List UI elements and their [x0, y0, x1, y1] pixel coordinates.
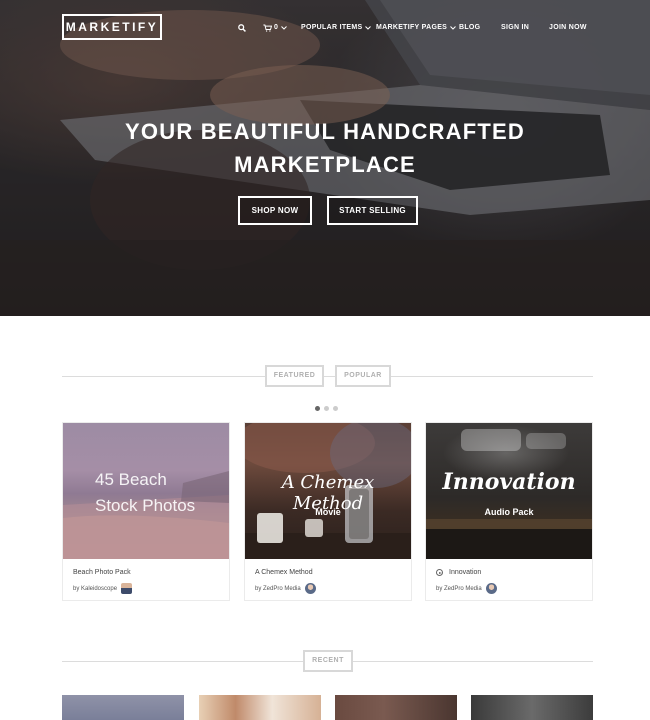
cart-count: 0 [274, 24, 279, 31]
nav-join-now[interactable]: JOIN NOW [549, 20, 587, 36]
main-nav: 0 POPULAR ITEMS MARKETIFY PAGES BLOG SIG… [0, 20, 650, 36]
product-author[interactable]: by ZedPro Media [436, 583, 497, 594]
innovation-image-subtitle: Audio Pack [484, 507, 534, 517]
hero-title-line-1: YOUR BEAUTIFUL HANDCRAFTED [125, 119, 525, 144]
section-divider [62, 376, 593, 377]
chevron-down-icon [281, 26, 288, 30]
carousel-dot-3[interactable] [333, 406, 338, 411]
hero-title-line-2: MARKETPLACE [234, 152, 416, 177]
recent-heading: RECENT [303, 650, 353, 672]
product-author[interactable]: by Kaleidoscope [73, 583, 133, 594]
nav-popular-items-label: POPULAR ITEMS [301, 24, 363, 31]
avatar [485, 583, 497, 594]
beach-image-text: 45 Beach Stock Photos [95, 467, 195, 519]
innovation-image-title: Innovation [442, 469, 576, 495]
product-title[interactable]: A Chemex Method [255, 569, 313, 576]
product-image-innovation[interactable]: Innovation Audio Pack [426, 423, 592, 559]
start-selling-button[interactable]: START SELLING [327, 196, 418, 225]
chevron-down-icon [450, 26, 456, 30]
hero-section: MARKETIFY 0 POPULAR ITEMS MARKETIFY PAGE… [0, 0, 650, 316]
product-image-beach[interactable]: 45 Beach Stock Photos [63, 423, 229, 559]
tab-popular[interactable]: POPULAR [335, 365, 391, 387]
product-card[interactable]: A Chemex Method Movie A Chemex Method by… [244, 422, 412, 601]
product-card[interactable]: Innovation Audio Pack Innovation by ZedP… [425, 422, 593, 601]
product-card[interactable]: 45 Beach Stock Photos Beach Photo Pack b… [62, 422, 230, 601]
nav-blog[interactable]: BLOG [459, 20, 480, 36]
nav-marketify-pages[interactable]: MARKETIFY PAGES [376, 20, 456, 36]
search-icon [238, 24, 246, 32]
product-title[interactable]: Innovation [436, 569, 481, 576]
author-name: by Kaleidoscope [73, 585, 118, 592]
product-author[interactable]: by ZedPro Media [255, 583, 316, 594]
chevron-down-icon [365, 26, 372, 30]
play-icon[interactable] [436, 569, 443, 576]
product-title-label: Innovation [449, 569, 482, 576]
nav-search[interactable] [238, 20, 250, 36]
beach-image-line-1: 45 Beach [95, 470, 167, 489]
carousel-dot-1[interactable] [315, 406, 320, 411]
cart-icon [263, 24, 272, 32]
carousel-dot-2[interactable] [324, 406, 329, 411]
recent-product-thumbnail[interactable] [471, 695, 593, 720]
product-image-chemex[interactable]: A Chemex Method Movie [245, 423, 411, 559]
shop-now-button[interactable]: SHOP NOW [238, 196, 312, 225]
author-name: by ZedPro Media [255, 585, 301, 592]
nav-sign-in[interactable]: SIGN IN [501, 20, 529, 36]
hero-title: YOUR BEAUTIFUL HANDCRAFTED MARKETPLACE [0, 115, 650, 181]
carousel-pagination [315, 406, 338, 412]
recent-product-thumbnail[interactable] [62, 695, 184, 720]
beach-image-line-2: Stock Photos [95, 496, 196, 515]
tab-featured[interactable]: FEATURED [265, 365, 324, 387]
avatar [304, 583, 316, 594]
nav-popular-items[interactable]: POPULAR ITEMS [301, 20, 372, 36]
recent-product-thumbnail[interactable] [335, 695, 457, 720]
chemex-image-subtitle: Movie [315, 507, 341, 517]
recent-product-thumbnail[interactable] [199, 695, 321, 720]
nav-cart[interactable]: 0 [263, 20, 288, 36]
avatar [121, 583, 133, 594]
product-title[interactable]: Beach Photo Pack [73, 569, 131, 576]
author-name: by ZedPro Media [436, 585, 482, 592]
nav-marketify-pages-label: MARKETIFY PAGES [376, 24, 448, 31]
